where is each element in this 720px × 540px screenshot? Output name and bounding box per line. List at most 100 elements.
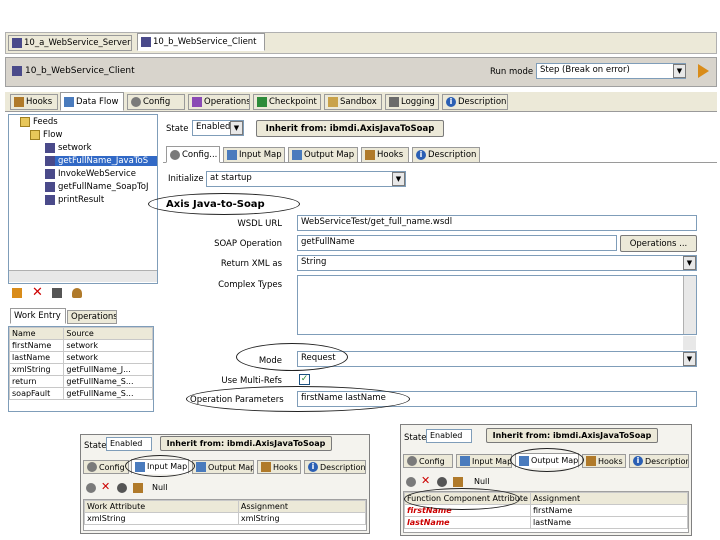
tree-item-flow[interactable]: Flow bbox=[30, 130, 62, 140]
tab-data-flow[interactable]: Data Flow bbox=[60, 92, 124, 111]
state-select[interactable]: Enabled bbox=[106, 437, 152, 451]
column-header[interactable]: Assignment bbox=[530, 492, 688, 505]
refresh-icon[interactable] bbox=[86, 483, 96, 493]
chevron-down-icon[interactable]: ▼ bbox=[683, 352, 696, 366]
delete-icon[interactable]: ✕ bbox=[32, 285, 43, 300]
operations-button[interactable]: Operations ... bbox=[620, 235, 697, 252]
column-header[interactable]: Source bbox=[63, 327, 153, 340]
table-row[interactable]: lastName lastName bbox=[404, 516, 688, 529]
table-header-row: Work Attribute Assignment bbox=[84, 500, 367, 513]
tree-item-soaptojava[interactable]: getFullName_SoapToJ bbox=[45, 182, 157, 192]
multi-refs-checkbox[interactable]: ✓ bbox=[299, 374, 310, 385]
operations-icon bbox=[192, 97, 202, 107]
doc-tab-client[interactable]: 10_b_WebService_Client bbox=[137, 33, 265, 51]
gear-icon bbox=[170, 149, 180, 160]
column-header[interactable]: Assignment bbox=[237, 500, 367, 513]
complex-types-scrollbar[interactable] bbox=[683, 276, 696, 334]
column-header[interactable]: Work Attribute bbox=[84, 500, 239, 513]
wsdl-field[interactable]: WebServiceTest/get_full_name.wsdl bbox=[297, 215, 697, 231]
refresh-icon[interactable] bbox=[406, 477, 416, 487]
table-row[interactable]: lastName setwork bbox=[8, 351, 153, 364]
tree-item-printresult[interactable]: printResult bbox=[45, 195, 104, 205]
run-play-icon[interactable] bbox=[698, 64, 709, 78]
info-icon: i bbox=[416, 150, 426, 160]
highlight-circle bbox=[148, 193, 300, 215]
inherit-button[interactable]: Inherit from: ibmdi.AxisJavaToSoap bbox=[160, 436, 332, 451]
input-map-table: Work Attribute Assignment xmlString xmlStr… bbox=[83, 499, 367, 531]
tab-description[interactable]: i Description bbox=[304, 460, 366, 474]
chevron-down-icon[interactable]: ▼ bbox=[230, 121, 243, 135]
info-icon: i bbox=[446, 97, 456, 107]
map-icon bbox=[292, 150, 302, 160]
tab-input-map[interactable]: Input Map bbox=[456, 454, 512, 468]
tab-work-operations[interactable]: Operations bbox=[67, 310, 117, 324]
soap-operation-field[interactable]: getFullName bbox=[297, 235, 617, 251]
state-select[interactable]: Enabled bbox=[426, 429, 472, 443]
connector-icon bbox=[45, 143, 55, 153]
edit-icon[interactable] bbox=[133, 483, 143, 493]
tab-output-map[interactable]: Output Map bbox=[192, 460, 254, 474]
tab-config[interactable]: Config bbox=[83, 460, 129, 474]
hooks-icon bbox=[365, 150, 375, 160]
inherit-button[interactable]: Inherit from: ibmdi.AxisJavaToSoap bbox=[486, 428, 658, 443]
tab-logging[interactable]: Logging bbox=[385, 94, 439, 110]
edit-icon[interactable] bbox=[453, 477, 463, 487]
tab-config-sub[interactable]: Config... bbox=[166, 146, 220, 163]
view-icon[interactable] bbox=[117, 483, 127, 493]
table-row[interactable]: xmlString xmlString bbox=[84, 512, 367, 525]
tab-checkpoint[interactable]: Checkpoint bbox=[253, 94, 321, 110]
map-icon bbox=[227, 150, 237, 160]
tree-item-feeds[interactable]: Feeds bbox=[20, 117, 58, 127]
chevron-down-icon[interactable]: ▼ bbox=[673, 64, 686, 78]
connector-icon bbox=[45, 169, 55, 179]
run-mode-select[interactable]: Step (Break on error) bbox=[536, 63, 686, 79]
complex-types-field[interactable] bbox=[297, 275, 697, 335]
rename-icon[interactable] bbox=[52, 288, 62, 298]
wsdl-label: WSDL URL bbox=[237, 219, 282, 229]
initialize-select[interactable]: at startup bbox=[206, 171, 406, 187]
table-header-row: Name Source bbox=[8, 327, 153, 340]
chevron-down-icon[interactable]: ▼ bbox=[392, 172, 405, 186]
tab-hooks[interactable]: Hooks bbox=[582, 454, 626, 468]
table-row[interactable]: return getFullName_S... bbox=[8, 375, 153, 388]
tab-hooks-sub[interactable]: Hooks bbox=[361, 147, 409, 163]
tree-item-javatosoap[interactable]: getFullName_JavaToS bbox=[45, 156, 157, 166]
view-icon[interactable] bbox=[437, 477, 447, 487]
gear-icon bbox=[407, 456, 417, 466]
doc-tab-server[interactable]: 10_a_WebService_Server bbox=[8, 35, 132, 51]
tab-description[interactable]: i Description bbox=[629, 454, 689, 468]
tree-horizontal-scrollbar[interactable] bbox=[9, 270, 157, 282]
table-row[interactable]: xmlString getFullName_J... bbox=[8, 363, 153, 376]
tab-operations[interactable]: Operations bbox=[188, 94, 250, 110]
tab-hooks[interactable]: Hooks bbox=[10, 94, 58, 110]
tab-description-sub[interactable]: i Description bbox=[412, 147, 480, 163]
highlight-circle bbox=[125, 455, 195, 477]
add-component-icon[interactable] bbox=[12, 288, 22, 298]
data-flow-icon bbox=[64, 96, 74, 107]
return-xml-select[interactable]: String bbox=[297, 255, 697, 271]
tab-config[interactable]: Config bbox=[127, 94, 185, 110]
column-header[interactable]: Name bbox=[8, 327, 65, 340]
tab-output-map[interactable]: Output Map bbox=[288, 147, 358, 163]
table-row[interactable]: firstName setwork bbox=[8, 339, 153, 352]
tab-input-map[interactable]: Input Map bbox=[223, 147, 285, 163]
mode-select[interactable]: Request bbox=[297, 351, 697, 367]
tab-description[interactable]: i Description bbox=[442, 94, 508, 110]
delete-icon[interactable]: ✕ bbox=[101, 480, 110, 493]
delete-icon[interactable]: ✕ bbox=[421, 474, 430, 487]
user-icon[interactable] bbox=[72, 288, 82, 298]
tab-config[interactable]: Config bbox=[403, 454, 453, 468]
tab-sandbox[interactable]: Sandbox bbox=[324, 94, 382, 110]
tree-item-setwork[interactable]: setwork bbox=[45, 143, 92, 153]
connector-icon bbox=[45, 156, 55, 166]
inherit-button[interactable]: Inherit from: ibmdi.AxisJavaToSoap bbox=[256, 120, 444, 137]
return-xml-label: Return XML as bbox=[220, 259, 282, 269]
hooks-icon bbox=[586, 456, 596, 466]
multi-refs-label: Use Multi-Refs bbox=[221, 376, 282, 386]
tab-hooks[interactable]: Hooks bbox=[257, 460, 301, 474]
tree-item-invokewebservice[interactable]: InvokeWebService bbox=[45, 169, 136, 179]
state-label: State bbox=[404, 433, 427, 443]
tab-work-entry[interactable]: Work Entry bbox=[10, 308, 66, 324]
chevron-down-icon[interactable]: ▼ bbox=[683, 256, 696, 270]
table-row[interactable]: soapFault getFullName_S... bbox=[8, 387, 153, 400]
